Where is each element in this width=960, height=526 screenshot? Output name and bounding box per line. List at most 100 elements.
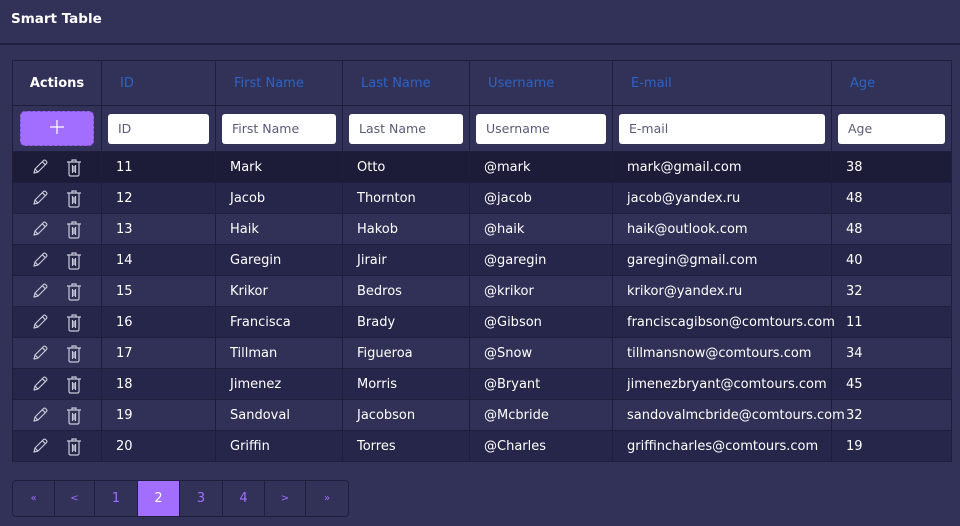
cell-last-name: Torres [342, 430, 470, 462]
pencil-icon[interactable] [31, 157, 49, 177]
cell-age: 34 [831, 337, 952, 369]
cell-email: griffincharles@comtours.com [612, 430, 832, 462]
pencil-icon[interactable] [31, 436, 49, 456]
table-row[interactable]: 11 Mark Otto @mark mark@gmail.com 38 [12, 151, 952, 183]
table-row[interactable]: 12 Jacob Thornton @jacob jacob@yandex.ru 48 [12, 182, 952, 214]
cell-age: 38 [831, 151, 952, 183]
filter-email-input[interactable] [619, 113, 825, 144]
pencil-icon[interactable] [31, 343, 49, 363]
cell-first-name: Griffin [215, 430, 343, 462]
pencil-icon[interactable] [31, 405, 49, 425]
row-actions [12, 399, 102, 431]
cell-username: @Mcbride [469, 399, 613, 431]
cell-email: garegin@gmail.com [612, 244, 832, 276]
cell-first-name: Jimenez [215, 368, 343, 400]
cell-id: 15 [101, 275, 216, 307]
cell-last-name: Bedros [342, 275, 470, 307]
cell-first-name: Garegin [215, 244, 343, 276]
column-header-id[interactable]: ID [101, 60, 216, 106]
cell-first-name: Krikor [215, 275, 343, 307]
cell-age: 19 [831, 430, 952, 462]
table-row[interactable]: 15 Krikor Bedros @krikor krikor@yandex.ru 32 [12, 275, 952, 307]
table-body: 11 Mark Otto @mark mark@gmail.com 38 12 Jacob Th… [12, 151, 952, 462]
cell-age: 48 [831, 213, 952, 245]
cell-last-name: Jacobson [342, 399, 470, 431]
table-row[interactable]: 18 Jimenez Morris @Bryant jimenezbryant@comt… [12, 368, 952, 400]
trash-icon[interactable] [65, 374, 83, 394]
row-actions [12, 306, 102, 338]
row-actions [12, 430, 102, 462]
row-actions [12, 337, 102, 369]
filter-age-input[interactable] [838, 113, 945, 144]
cell-first-name: Jacob [215, 182, 343, 214]
cell-username: @garegin [469, 244, 613, 276]
trash-icon[interactable] [65, 436, 83, 456]
page-3-button[interactable]: 3 [180, 481, 223, 516]
trash-icon[interactable] [65, 219, 83, 239]
trash-icon[interactable] [65, 188, 83, 208]
trash-icon[interactable] [65, 157, 83, 177]
card-header: Smart Table [0, 0, 960, 45]
cell-last-name: Figueroa [342, 337, 470, 369]
cell-username: @haik [469, 213, 613, 245]
cell-last-name: Morris [342, 368, 470, 400]
pencil-icon[interactable] [31, 188, 49, 208]
page-prev-button[interactable]: < [55, 481, 95, 516]
cell-age: 40 [831, 244, 952, 276]
cell-id: 12 [101, 182, 216, 214]
filter-username-input[interactable] [476, 113, 606, 144]
cell-email: krikor@yandex.ru [612, 275, 832, 307]
trash-icon[interactable] [65, 312, 83, 332]
cell-age: 11 [831, 306, 952, 338]
table-row[interactable]: 13 Haik Hakob @haik haik@outlook.com 48 [12, 213, 952, 245]
page-last-button[interactable]: » [306, 481, 348, 516]
smart-table: Actions ID First Name Last Name Username… [12, 60, 952, 462]
column-header-first-name[interactable]: First Name [215, 60, 343, 106]
cell-first-name: Sandoval [215, 399, 343, 431]
cell-id: 16 [101, 306, 216, 338]
cell-id: 18 [101, 368, 216, 400]
trash-icon[interactable] [65, 405, 83, 425]
cell-last-name: Jirair [342, 244, 470, 276]
cell-first-name: Mark [215, 151, 343, 183]
trash-icon[interactable] [65, 281, 83, 301]
cell-email: jacob@yandex.ru [612, 182, 832, 214]
row-actions [12, 275, 102, 307]
filter-last-name-input[interactable] [349, 113, 463, 144]
column-headers: Actions ID First Name Last Name Username… [12, 60, 952, 106]
cell-age: 48 [831, 182, 952, 214]
filter-id-input[interactable] [108, 113, 209, 144]
pencil-icon[interactable] [31, 219, 49, 239]
page-2-button[interactable]: 2 [138, 481, 180, 516]
filter-first-name-input[interactable] [222, 113, 336, 144]
trash-icon[interactable] [65, 250, 83, 270]
add-button[interactable] [20, 111, 94, 146]
cell-username: @jacob [469, 182, 613, 214]
cell-age: 32 [831, 275, 952, 307]
pencil-icon[interactable] [31, 250, 49, 270]
cell-first-name: Haik [215, 213, 343, 245]
page-next-button[interactable]: > [265, 481, 306, 516]
table-row[interactable]: 16 Francisca Brady @Gibson franciscagibson@c… [12, 306, 952, 338]
cell-email: franciscagibson@comtours.com [612, 306, 835, 338]
cell-username: @Bryant [469, 368, 613, 400]
cell-last-name: Brady [342, 306, 470, 338]
column-header-last-name[interactable]: Last Name [342, 60, 470, 106]
page-4-button[interactable]: 4 [223, 481, 265, 516]
table-row[interactable]: 19 Sandoval Jacobson @Mcbride sandovalmcbrid… [12, 399, 952, 431]
page-first-button[interactable]: « [13, 481, 55, 516]
pencil-icon[interactable] [31, 374, 49, 394]
cell-id: 13 [101, 213, 216, 245]
pencil-icon[interactable] [31, 312, 49, 332]
page-1-button[interactable]: 1 [95, 481, 138, 516]
trash-icon[interactable] [65, 343, 83, 363]
column-header-email[interactable]: E-mail [612, 60, 832, 106]
pencil-icon[interactable] [31, 281, 49, 301]
column-header-age[interactable]: Age [831, 60, 952, 106]
table-row[interactable]: 17 Tillman Figueroa @Snow tillmansnow@comtou… [12, 337, 952, 369]
table-row[interactable]: 14 Garegin Jirair @garegin garegin@gmail.com… [12, 244, 952, 276]
cell-username: @mark [469, 151, 613, 183]
column-header-username[interactable]: Username [469, 60, 613, 106]
cell-username: @krikor [469, 275, 613, 307]
table-row[interactable]: 20 Griffin Torres @Charles griffincharles@co… [12, 430, 952, 462]
